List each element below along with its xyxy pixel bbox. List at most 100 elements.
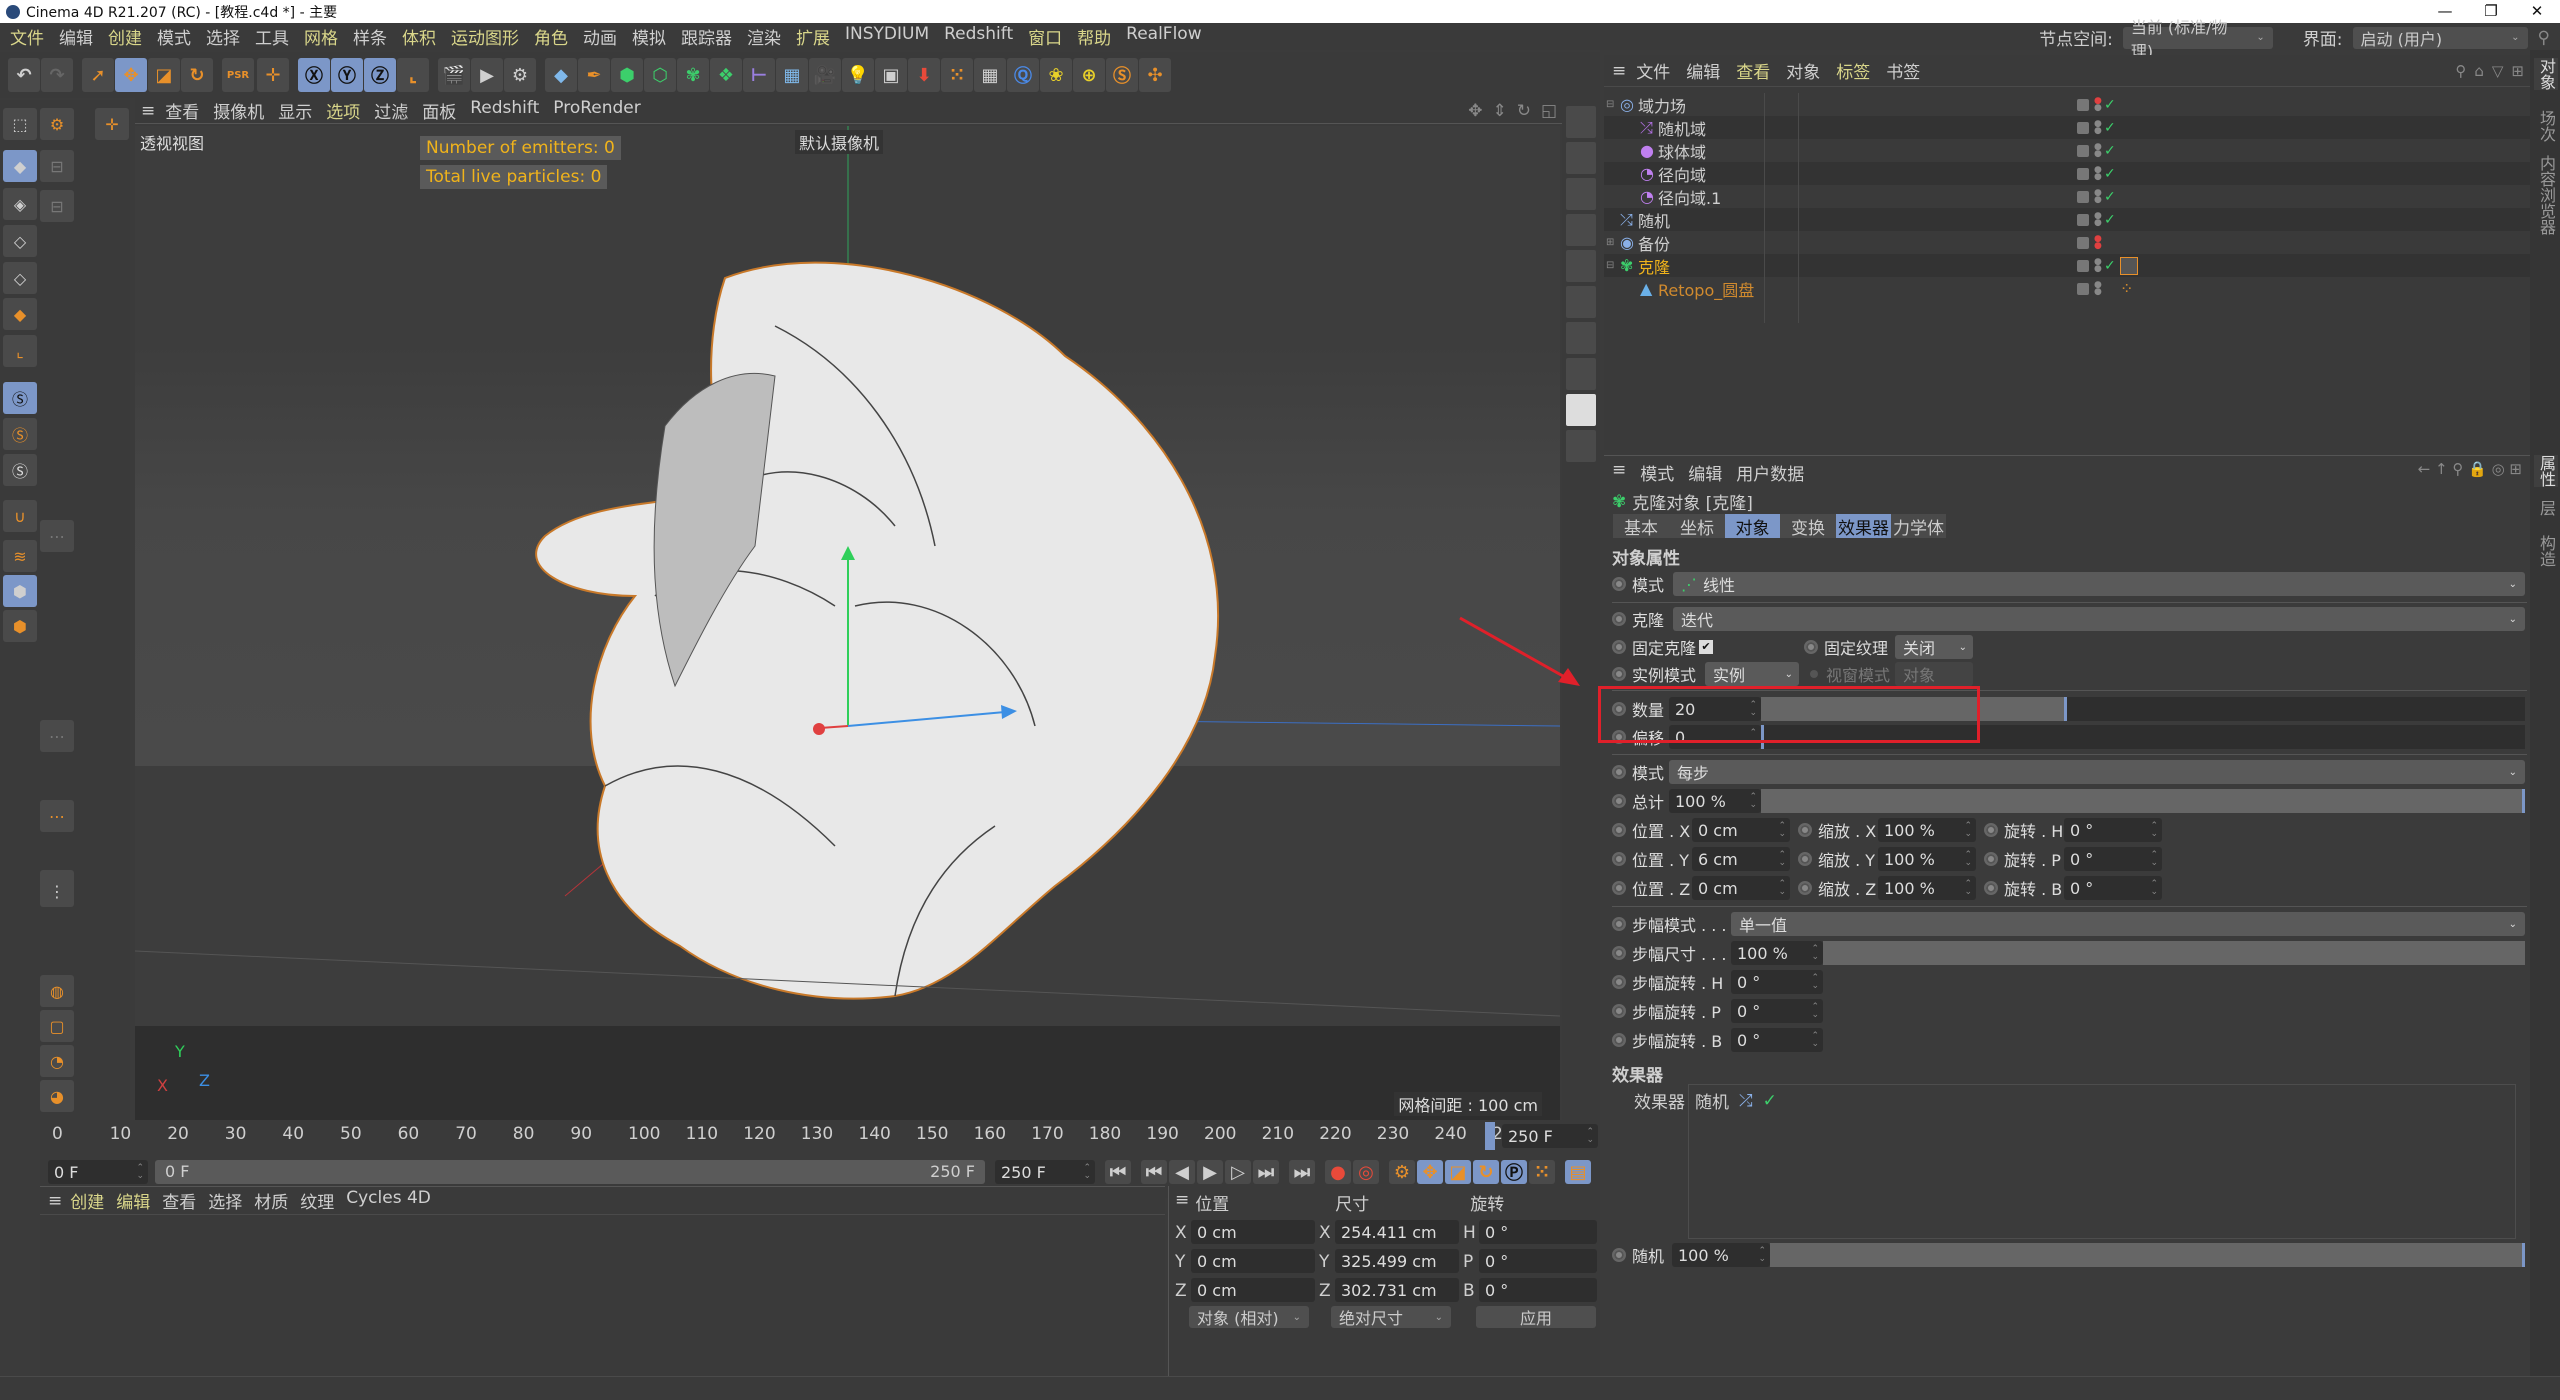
anim-radio[interactable] — [1612, 612, 1626, 626]
redo-icon[interactable]: ↷ — [41, 58, 73, 92]
viewport-menu-item[interactable]: 显示 — [278, 98, 312, 123]
anim-radio[interactable] — [1612, 577, 1626, 591]
slider-thumb[interactable] — [2522, 789, 2525, 813]
subdivision-icon[interactable]: ⬢ — [611, 58, 643, 92]
render-view-icon[interactable]: 🎬 — [438, 58, 470, 92]
object-name[interactable]: 域力场 — [1638, 93, 1686, 117]
3d-viewport[interactable]: 透视视图 默认摄像机 Number of emitters: 0 Total l… — [135, 126, 1560, 1121]
attr-menu-edit[interactable]: 编辑 — [1688, 460, 1722, 485]
tool-slot-icon[interactable]: ⋮ — [40, 875, 74, 907]
range-end-field[interactable]: 250 F ⌃ ⌄ — [995, 1160, 1095, 1184]
position-field[interactable]: 0 cm — [1191, 1249, 1315, 1273]
render-dots[interactable]: ● ● — [2094, 211, 2102, 227]
enabled-check-icon[interactable]: ✓ — [2104, 166, 2116, 182]
material-menu-item[interactable]: 选择 — [208, 1188, 242, 1213]
anim-radio[interactable] — [1612, 1248, 1626, 1262]
enabled-check-icon[interactable]: ✓ — [2104, 212, 2116, 228]
material-menu-item[interactable]: 材质 — [254, 1188, 288, 1213]
object-row[interactable]: ▲ Retopo_圆盘 ● ● ⁘ — [1604, 277, 2530, 300]
hamburger-icon[interactable]: ≡ — [1612, 61, 1626, 81]
anim-radio[interactable] — [1612, 1033, 1626, 1047]
keyframe-settings-icon[interactable]: ⚙ — [1389, 1160, 1415, 1184]
remove-point-icon[interactable] — [1566, 214, 1596, 246]
go-to-start-icon[interactable]: ⏮ — [1105, 1160, 1131, 1184]
horizontal-arrange-icon[interactable] — [1566, 322, 1596, 354]
menu-item[interactable]: 模式 — [157, 24, 191, 49]
menu-item[interactable]: 模拟 — [632, 24, 666, 49]
viewport-menu-item[interactable]: 选项 — [326, 98, 360, 123]
tab-2[interactable]: 对象 — [1725, 514, 1780, 539]
paint-tool-icon[interactable]: ◍ — [40, 975, 74, 1007]
y-axis-lock-icon[interactable]: Ⓨ — [331, 58, 363, 92]
rot-h-field[interactable]: 0 ° ⌃ ⌄ — [2064, 818, 2162, 842]
object-name[interactable]: 备份 — [1638, 231, 1670, 255]
edit-tool-icon[interactable]: ⚙ — [40, 108, 74, 140]
enabled-check-icon[interactable]: ✓ — [1763, 1091, 1777, 1111]
tool-slot-icon[interactable]: ⊟ — [40, 190, 74, 222]
anim-radio[interactable] — [1798, 823, 1812, 837]
attr-menu-mode[interactable]: 模式 — [1640, 460, 1674, 485]
size-field[interactable]: 302.731 cm — [1335, 1278, 1459, 1302]
expand-toggle-icon[interactable]: ⊞ — [1606, 237, 1614, 248]
end-frame-field[interactable]: 250 F ⌃ ⌄ — [1502, 1124, 1598, 1148]
node-space-dropdown[interactable]: 当前 (标准/物理) ⌄ — [2122, 18, 2273, 61]
expand-toggle-icon[interactable]: ⊟ — [1606, 260, 1614, 271]
spinner-icon[interactable]: ⌃ ⌄ — [1964, 880, 1972, 897]
size-field[interactable]: 325.499 cm — [1335, 1249, 1459, 1273]
visibility-toggle[interactable] — [2077, 236, 2089, 249]
menu-item[interactable]: 创建 — [108, 24, 142, 49]
spinner-icon[interactable]: ⌃ ⌄ — [1586, 1128, 1594, 1145]
edges-mode-icon[interactable]: ◇ — [3, 262, 37, 294]
menu-item[interactable]: 网格 — [304, 24, 338, 49]
object-menu-item[interactable]: 编辑 — [1686, 58, 1720, 83]
object-row[interactable]: ⤮ 随机 ● ● ✓ — [1604, 208, 2530, 231]
brush-icon[interactable]: ◕ — [40, 1080, 74, 1112]
home-icon[interactable]: ⌂ — [2474, 62, 2484, 80]
object-name[interactable]: 克隆 — [1638, 254, 1670, 278]
vertical-spread-icon[interactable] — [1566, 286, 1596, 318]
key-position-icon[interactable]: ✥ — [1417, 1160, 1443, 1184]
vertical-arrange-icon[interactable] — [1566, 358, 1596, 390]
spinner-icon[interactable]: ⌃ ⌄ — [1778, 822, 1786, 839]
anim-radio[interactable] — [1612, 823, 1626, 837]
anim-radio[interactable] — [1612, 975, 1626, 989]
timeline-ruler[interactable]: 0 10 20 30 40 50 60 70 80 90 100 110 120 130 140 150 160… — [40, 1120, 1600, 1160]
side-tab-top-1[interactable]: 场次 — [2534, 110, 2558, 142]
target-icon[interactable]: ⊕ — [1073, 58, 1105, 92]
spinner-icon[interactable]: ⌃ ⌄ — [1778, 880, 1786, 897]
anim-radio[interactable] — [1984, 881, 1998, 895]
object-menu-item[interactable]: 文件 — [1636, 58, 1670, 83]
object-name[interactable]: 球体域 — [1658, 139, 1706, 163]
cloned-mesh[interactable] — [535, 261, 1220, 1000]
tool-slot-icon[interactable]: ⋯ — [40, 520, 74, 552]
position-field[interactable]: 0 cm — [1191, 1278, 1315, 1302]
spinner-icon[interactable]: ⌃ ⌄ — [1778, 851, 1786, 868]
points-mode-icon[interactable]: ◇ — [3, 225, 37, 257]
menu-item[interactable]: RealFlow — [1126, 24, 1201, 49]
side-tab-bottom-1[interactable]: 层 — [2534, 500, 2558, 516]
go-to-end-icon[interactable]: ⏭ — [1289, 1160, 1315, 1184]
apply-button[interactable]: 应用 — [1476, 1306, 1596, 1328]
viewport-menu-item[interactable]: 查看 — [165, 98, 199, 123]
snap-s2-icon[interactable]: Ⓢ — [3, 418, 37, 450]
visibility-toggle[interactable] — [2077, 121, 2089, 134]
key-rotation-icon[interactable]: ↻ — [1473, 1160, 1499, 1184]
align-center-icon[interactable] — [1566, 106, 1596, 138]
size-field[interactable]: 254.411 cm — [1335, 1220, 1459, 1244]
random-strength-slider[interactable] — [1770, 1243, 2525, 1267]
object-row[interactable]: ⊟ ✾ 克隆 ● ● ✓ — [1604, 254, 2530, 277]
current-frame-field[interactable]: 0 F ⌃ ⌄ — [48, 1160, 148, 1184]
knife-icon[interactable]: ◔ — [40, 1045, 74, 1077]
playhead[interactable] — [1485, 1122, 1495, 1150]
clones-dropdown[interactable]: 迭代 ⌄ — [1673, 607, 2525, 631]
spinner-icon[interactable]: ⌃ ⌄ — [1083, 1164, 1091, 1181]
snap-s3-icon[interactable]: Ⓢ — [3, 454, 37, 486]
cube-icon[interactable]: ◆ — [545, 58, 577, 92]
visibility-toggle[interactable] — [2077, 190, 2089, 203]
material-menu-item[interactable]: 创建 — [70, 1188, 104, 1213]
horizontal-spread-icon[interactable] — [1566, 250, 1596, 282]
next-key-icon[interactable]: ⏭ — [1253, 1160, 1279, 1184]
timeline-mode-icon[interactable]: ▤ — [1565, 1160, 1591, 1184]
hamburger-icon[interactable]: ≡ — [141, 101, 155, 121]
anim-radio[interactable] — [1612, 852, 1626, 866]
